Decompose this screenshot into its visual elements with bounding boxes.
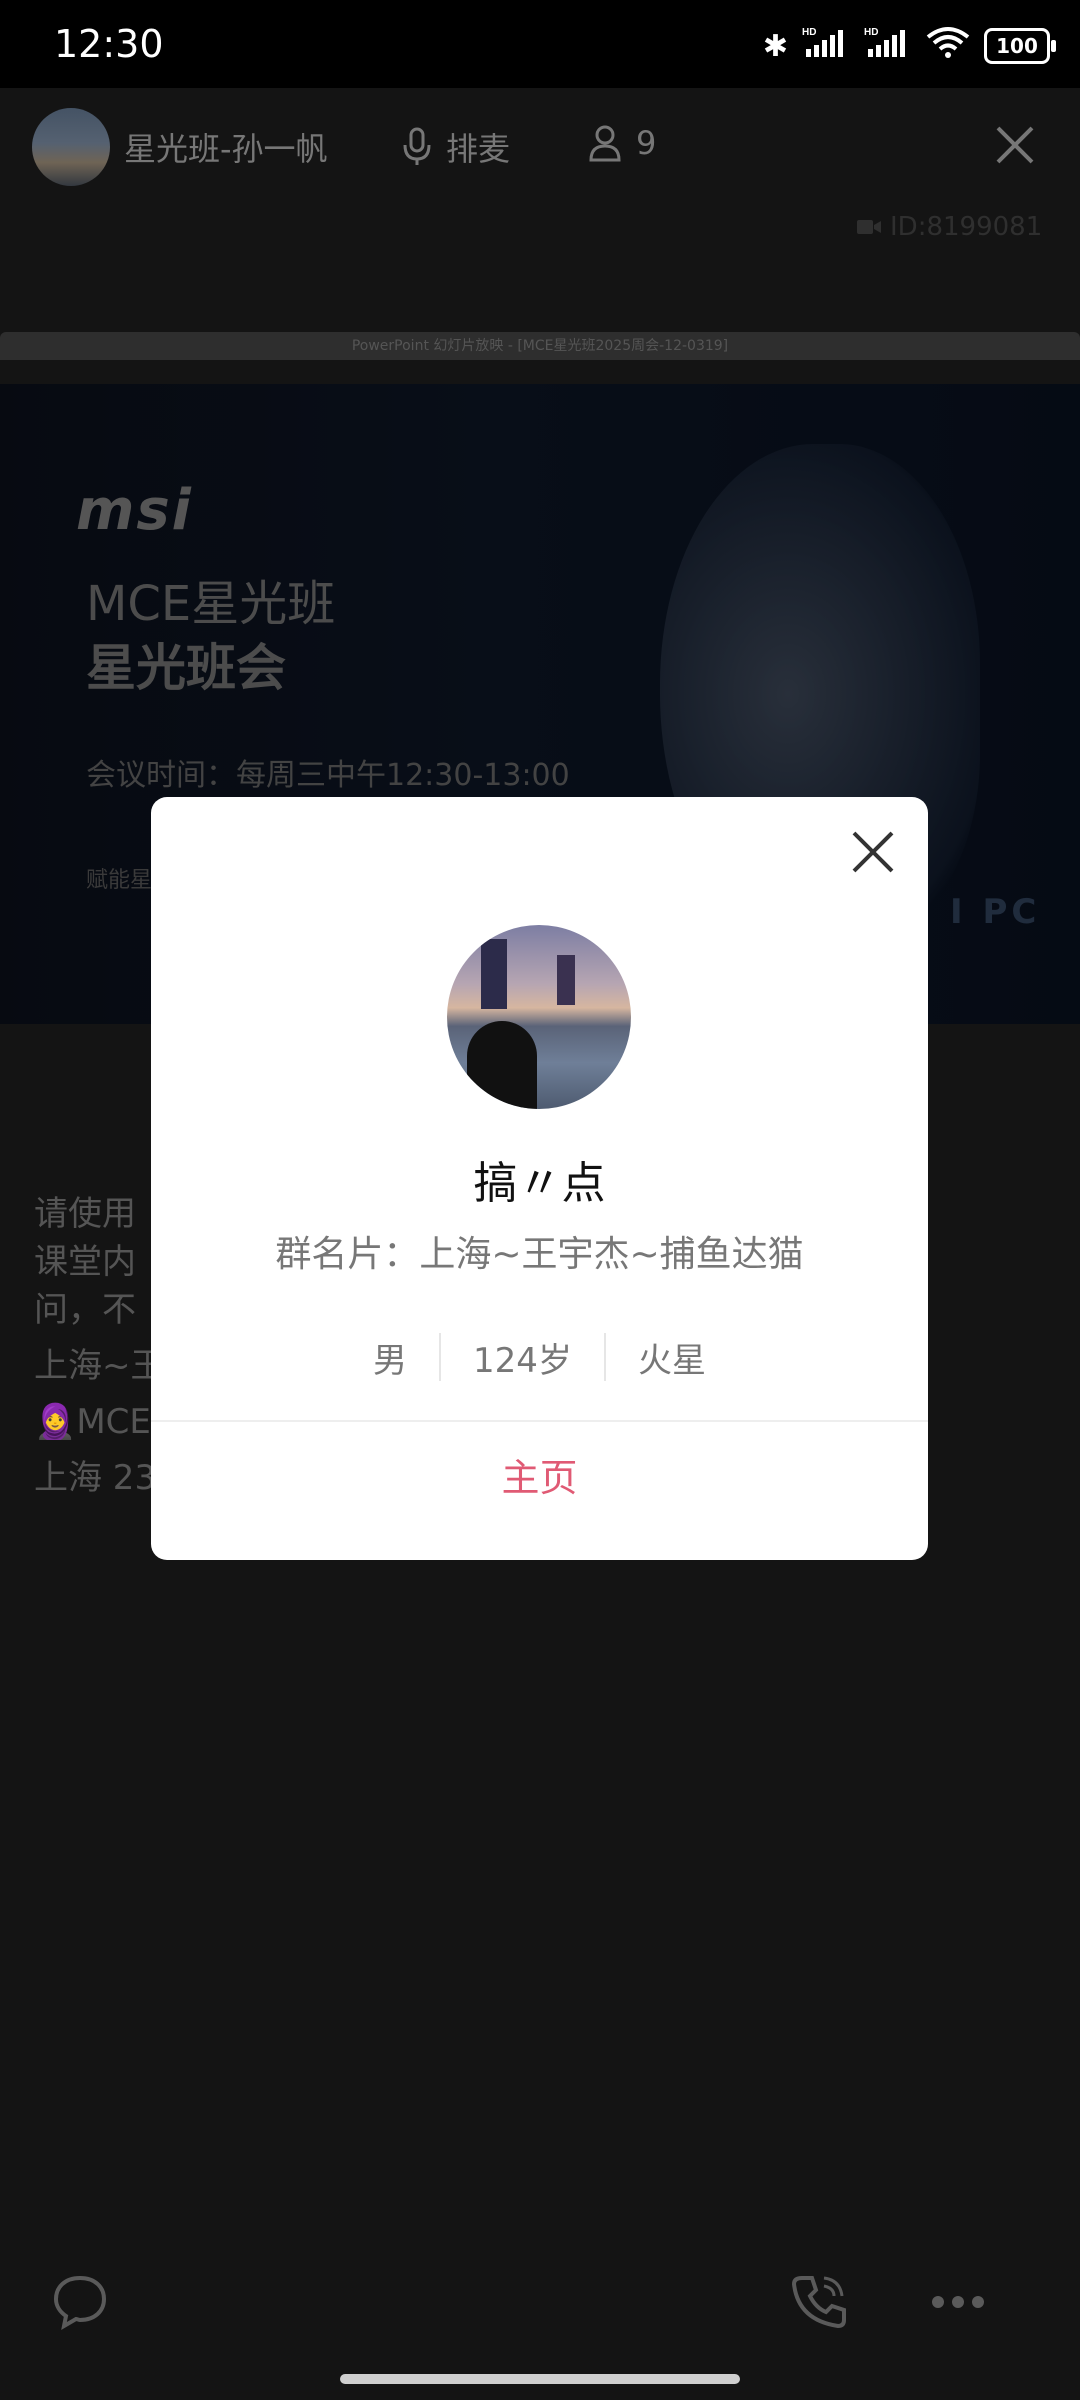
profile-stats: 男 124岁 火星	[151, 1329, 928, 1385]
home-indicator[interactable]	[340, 2374, 740, 2384]
battery-level: 100	[996, 34, 1038, 58]
room-id-text: ID:8199081	[890, 212, 1043, 242]
room-id: ID:8199081	[856, 212, 1042, 242]
mic-queue-button[interactable]: 排麦	[402, 124, 510, 170]
status-bar: 12:30 ✱ HD HD 100	[0, 0, 1080, 88]
person-icon	[589, 125, 621, 162]
more-dot	[972, 2296, 984, 2308]
more-options-button[interactable]	[908, 2272, 1008, 2332]
avatar-building-shape	[557, 955, 575, 1005]
phone-call-icon[interactable]	[788, 2270, 850, 2332]
mic-queue-label: 排麦	[446, 130, 511, 168]
avatar-building-shape	[481, 939, 507, 1009]
profile-avatar[interactable]	[447, 925, 631, 1109]
member-count-button[interactable]: 9	[588, 124, 656, 162]
dialog-divider	[151, 1420, 928, 1422]
profile-dialog: 搞〃点 群名片：上海~王宇杰~捕鱼达猫 男 124岁 火星 主页	[151, 797, 928, 1560]
svg-text:HD: HD	[864, 27, 878, 38]
chat-bubble-icon[interactable]	[50, 2272, 110, 2332]
room-name: 星光班-孙一帆	[124, 130, 328, 168]
host-avatar[interactable]	[32, 108, 110, 186]
status-icons: ✱ HD HD 100	[762, 25, 1056, 67]
avatar-person-shape	[467, 1021, 537, 1109]
profile-group-card: 群名片：上海~王宇杰~捕鱼达猫	[275, 1234, 804, 1275]
close-icon[interactable]	[848, 827, 898, 877]
video-camera-icon	[857, 220, 881, 234]
signal-hd-icon: HD	[802, 25, 850, 67]
profile-gender: 男	[373, 1340, 408, 1381]
profile-location: 火星	[637, 1340, 706, 1381]
profile-age: 124岁	[473, 1340, 572, 1381]
home-page-button[interactable]: 主页	[151, 1447, 928, 1502]
presentation-titlebar: PowerPoint 幻灯片放映 - [MCE星光班2025周会-12-0319…	[0, 332, 1080, 360]
close-icon[interactable]	[992, 122, 1038, 168]
member-count: 9	[636, 124, 657, 162]
more-dot	[932, 2296, 944, 2308]
signal-hd-icon: HD	[864, 25, 912, 67]
more-dot	[952, 2296, 964, 2308]
svg-text:HD: HD	[802, 27, 816, 38]
room-header: 星光班-孙一帆 排麦 9	[0, 88, 1080, 208]
microphone-icon	[403, 127, 431, 165]
wifi-icon	[926, 25, 970, 67]
battery-icon: 100	[984, 28, 1056, 64]
bluetooth-icon: ✱	[762, 28, 788, 64]
profile-name: 搞〃点	[473, 1158, 606, 1209]
status-time: 12:30	[54, 22, 164, 66]
